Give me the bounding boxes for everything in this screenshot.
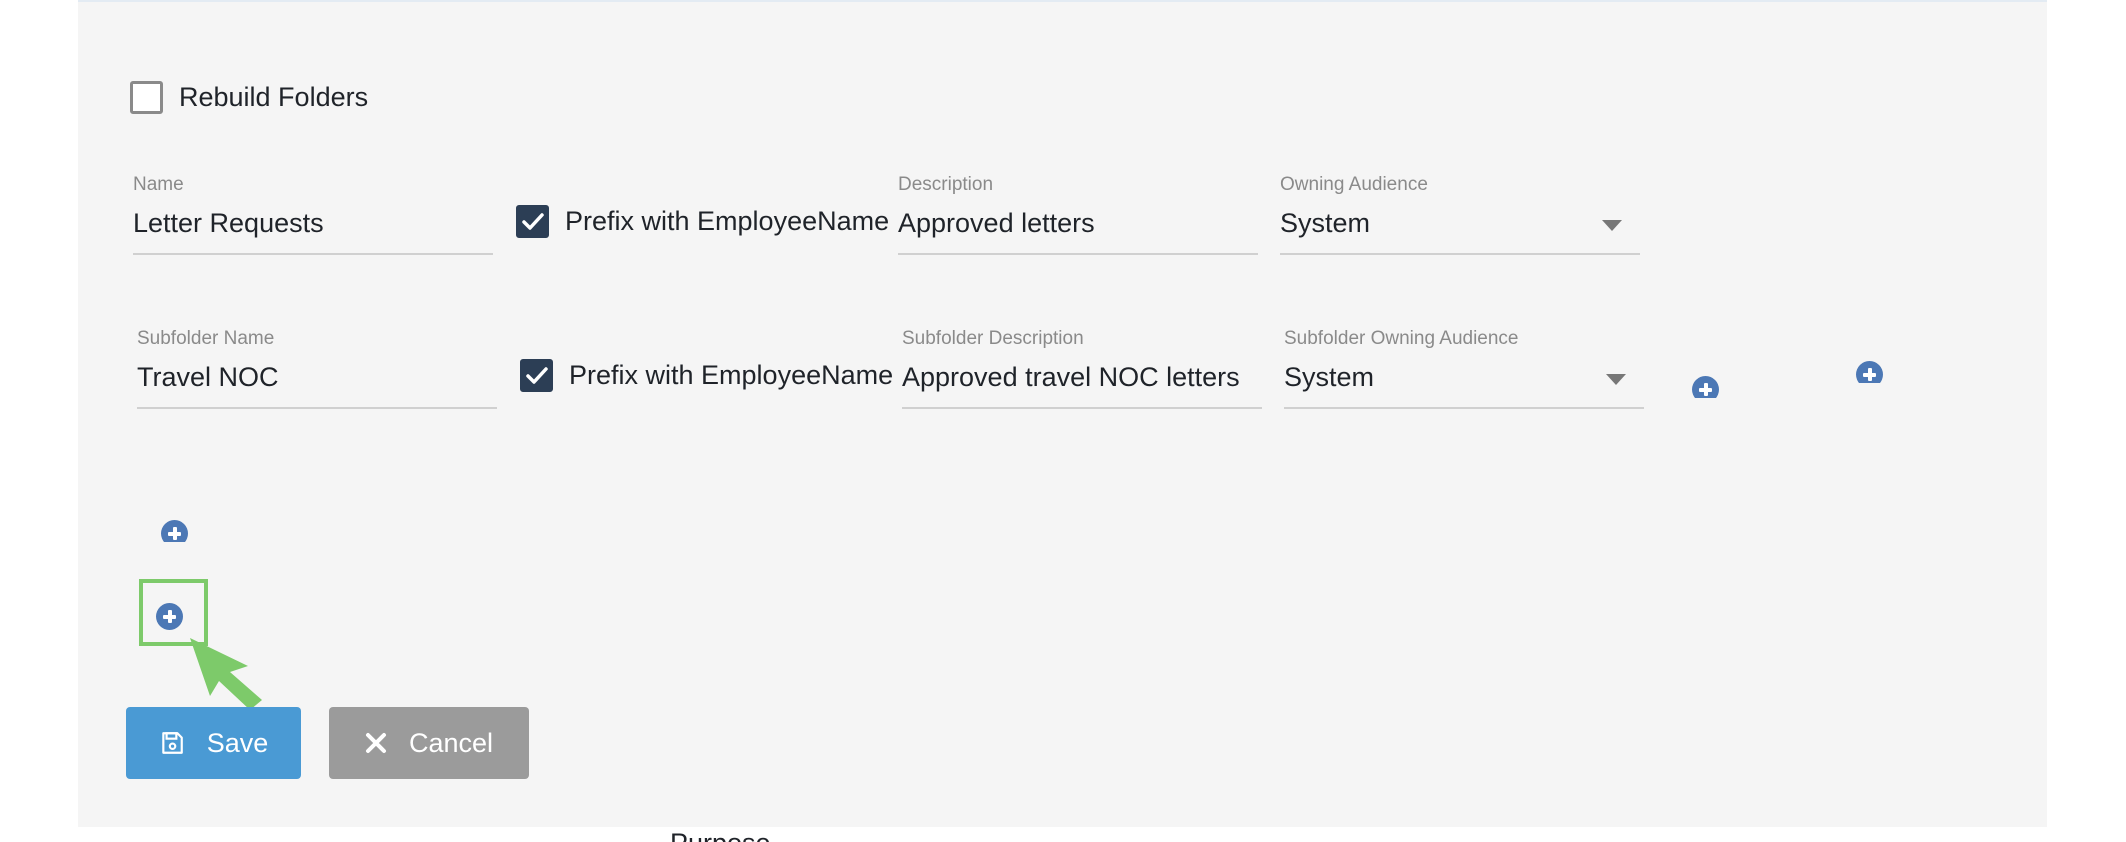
rebuild-folders-label: Rebuild Folders xyxy=(179,82,369,112)
subfolder-prefix-employee-name-checkbox[interactable] xyxy=(520,359,553,392)
name-field[interactable]: Name Letter Requests xyxy=(133,174,493,255)
floppy-disk-icon xyxy=(159,730,185,756)
caret-down-icon xyxy=(1602,220,1622,231)
caret-down-icon xyxy=(1606,374,1626,385)
prefix-employee-name-toggle[interactable]: Prefix with EmployeeName xyxy=(516,205,889,238)
plus-circle-icon[interactable] xyxy=(1692,376,1719,398)
description-input[interactable]: Approved letters xyxy=(898,208,1258,253)
save-button[interactable]: Save xyxy=(126,707,301,779)
x-icon xyxy=(365,732,387,754)
checkmark-icon xyxy=(525,366,548,384)
subfolder-name-field[interactable]: Subfolder Name Travel NOC xyxy=(137,328,497,409)
purpose-label: Purpose xyxy=(670,828,771,842)
subfolder-owning-audience-value: System xyxy=(1284,362,1375,392)
add-row-button[interactable] xyxy=(161,520,188,542)
rebuild-folders-toggle[interactable]: Rebuild Folders xyxy=(130,81,368,114)
add-subfolder-button[interactable] xyxy=(1692,376,1719,398)
cancel-button[interactable]: Cancel xyxy=(329,707,529,779)
subfolder-owning-audience-label: Subfolder Owning Audience xyxy=(1284,328,1519,349)
description-label: Description xyxy=(898,174,994,195)
save-button-label: Save xyxy=(206,727,269,758)
name-label: Name xyxy=(133,174,184,195)
rebuild-folders-checkbox[interactable] xyxy=(130,81,163,114)
checkmark-icon xyxy=(521,212,544,230)
plus-circle-icon[interactable] xyxy=(161,520,188,542)
add-nested-subfolder-button[interactable] xyxy=(1856,361,1883,383)
owning-audience-select[interactable]: Owning Audience System xyxy=(1280,174,1640,255)
folder-settings-panel xyxy=(78,0,2047,827)
cursor-arrow-icon xyxy=(190,638,262,710)
subfolder-owning-audience-select[interactable]: Subfolder Owning Audience System xyxy=(1284,328,1644,409)
owning-audience-label: Owning Audience xyxy=(1280,174,1428,195)
plus-circle-icon[interactable] xyxy=(1856,361,1883,383)
description-field[interactable]: Description Approved letters xyxy=(898,174,1258,255)
subfolder-prefix-employee-name-label: Prefix with EmployeeName xyxy=(569,360,894,390)
owning-audience-value: System xyxy=(1280,208,1371,238)
subfolder-prefix-employee-name-toggle[interactable]: Prefix with EmployeeName xyxy=(520,359,893,392)
subfolder-description-label: Subfolder Description xyxy=(902,328,1084,349)
subfolder-description-field[interactable]: Subfolder Description Approved travel NO… xyxy=(902,328,1262,409)
cancel-button-label: Cancel xyxy=(408,727,494,758)
prefix-employee-name-checkbox[interactable] xyxy=(516,205,549,238)
prefix-employee-name-label: Prefix with EmployeeName xyxy=(565,206,890,236)
subfolder-name-label: Subfolder Name xyxy=(137,328,275,349)
name-input[interactable]: Letter Requests xyxy=(133,208,493,253)
subfolder-name-input[interactable]: Travel NOC xyxy=(137,362,497,407)
add-folder-button[interactable] xyxy=(156,603,183,630)
subfolder-description-input[interactable]: Approved travel NOC letters xyxy=(902,362,1262,407)
